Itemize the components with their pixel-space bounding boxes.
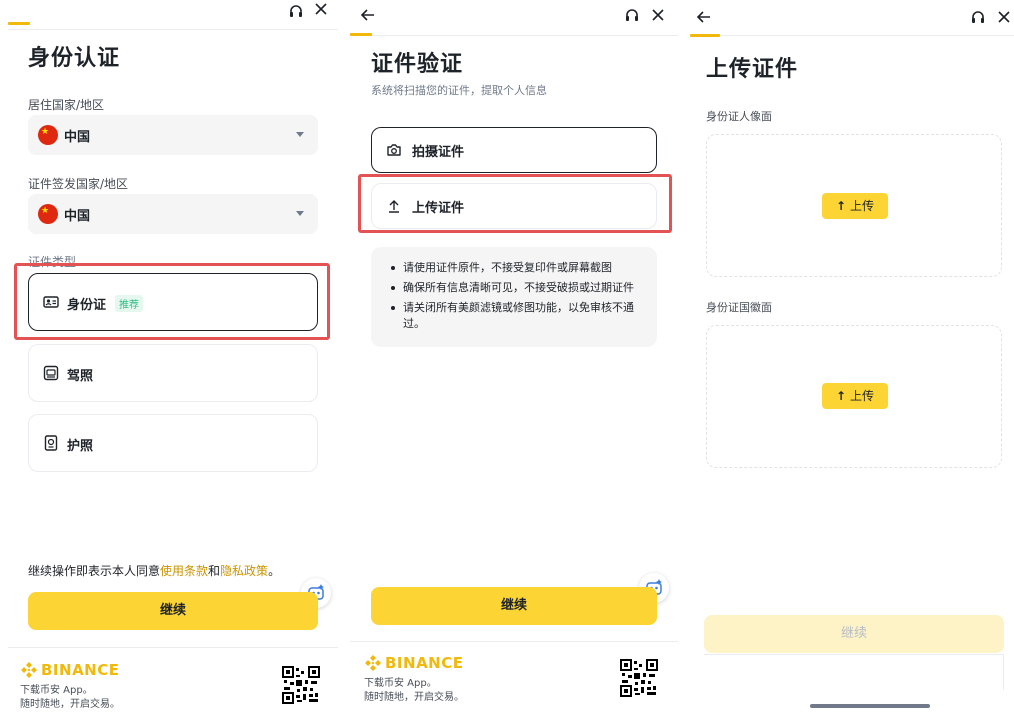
upload-button[interactable]: ↑ 上传 [822,193,888,219]
page-title: 证件验证 [371,52,464,77]
highlight-box [14,263,330,340]
binance-logo-icon [21,662,37,678]
headset-icon[interactable] [970,9,986,25]
progress-tick [8,22,30,25]
chevron-down-icon [296,211,304,216]
page-subtitle: 系统将扫描您的证件，提取个人信息 [371,84,547,97]
identity-verification-panel: 身份认证 居住国家/地区 ★ 中国 证件签发国家/地区 ★ 中国 证件类型 身份… [8,0,338,714]
progress-tick [690,34,720,37]
agree-prefix: 继续操作即表示本人同意 [28,564,161,578]
tip-item: 确保所有信息清晰可见，不接受破损或过期证件 [391,281,634,294]
download-line2: 随时随地，开启交易。 [20,699,120,710]
front-side-label: 身份证人像面 [706,110,772,123]
footer-divider [8,647,338,648]
continue-button-disabled[interactable]: 继续 [704,615,1004,653]
agreement-text: 继续操作即表示本人同意使用条款和隐私政策。 [28,562,280,579]
document-verification-panel: 证件验证 系统将扫描您的证件，提取个人信息 拍摄证件 上传证件 请使用证件原件，… [350,0,678,714]
tip-continuation: 过。 [403,317,425,330]
upload-icon: ↑ [835,389,847,403]
home-indicator [810,704,930,708]
agree-suffix: 。 [268,564,281,578]
download-line1: 下载币安 App。 [364,678,437,689]
china-flag-icon: ★ [38,204,58,224]
footer-divider [704,654,1004,655]
issuing-value: 中国 [64,209,91,224]
option-label: 护照 [67,439,94,454]
upload-label: 上传 [850,199,875,213]
back-arrow-icon[interactable] [696,9,712,25]
upload-icon: ↑ [835,199,847,213]
continue-button[interactable]: 继续 [28,592,318,630]
tip-item: 请关闭所有美颜滤镜或修图功能，以免审核不通 [391,301,634,314]
tips-box: 请使用证件原件，不接受复印件或屏幕截图 确保所有信息清晰可见，不接受破损或过期证… [371,247,657,347]
footer-divider [350,641,678,642]
upload-button[interactable]: ↑ 上传 [822,383,888,409]
passport-icon [44,435,58,451]
china-flag-icon: ★ [38,125,58,145]
option-label: 驾照 [67,369,94,384]
top-bar [690,0,1014,36]
page-title: 身份认证 [28,46,121,71]
agree-and: 和 [208,564,221,578]
highlight-box [358,174,672,233]
binance-brand: BINANCE [41,661,120,679]
continue-button[interactable]: 继续 [371,587,657,625]
tip-item: 请使用证件原件，不接受复印件或屏幕截图 [391,261,612,274]
front-upload-area[interactable]: ↑ 上传 [706,134,1002,277]
download-line1: 下载币安 App。 [20,685,93,696]
back-upload-area[interactable]: ↑ 上传 [706,325,1002,468]
residence-label: 居住国家/地区 [28,98,105,112]
privacy-link[interactable]: 隐私政策 [220,564,268,578]
page-title: 上传证件 [706,57,799,82]
binance-brand: BINANCE [385,654,464,672]
terms-link[interactable]: 使用条款 [160,564,208,578]
qr-code [282,666,320,704]
option-take-photo[interactable]: 拍摄证件 [371,127,657,173]
driver-license-icon [43,365,59,381]
binance-logo-icon [365,655,381,671]
option-label: 拍摄证件 [412,145,465,160]
option-passport[interactable]: 护照 [28,414,318,472]
qr-code [620,659,658,697]
headset-icon[interactable] [288,3,304,19]
issuing-select[interactable]: ★ 中国 [28,194,318,234]
close-icon[interactable] [651,8,665,22]
camera-icon [387,144,401,156]
back-arrow-icon[interactable] [360,7,376,23]
chevron-down-icon [296,132,304,137]
residence-value: 中国 [64,130,91,145]
download-line2: 随时随地，开启交易。 [364,692,464,703]
back-side-label: 身份证国徽面 [706,301,772,314]
progress-tick [350,33,372,36]
edge-line [1003,654,1004,690]
option-driver-license[interactable]: 驾照 [28,344,318,402]
upload-label: 上传 [850,389,875,403]
close-icon[interactable] [997,10,1011,24]
issuing-label: 证件签发国家/地区 [28,177,129,191]
close-icon[interactable] [314,2,328,16]
headset-icon[interactable] [624,7,640,23]
residence-select[interactable]: ★ 中国 [28,115,318,155]
upload-document-panel: 上传证件 身份证人像面 ↑ 上传 身份证国徽面 ↑ 上传 继续 [690,0,1014,714]
